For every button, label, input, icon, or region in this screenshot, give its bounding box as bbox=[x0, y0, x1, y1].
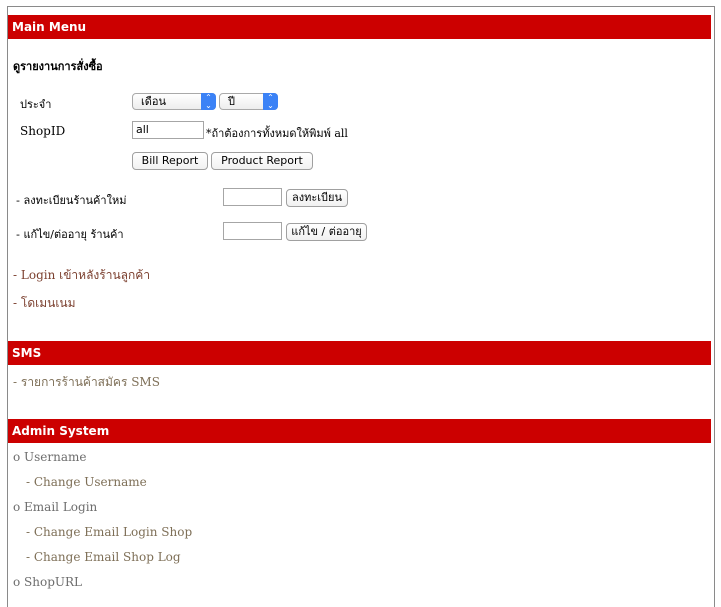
chevron-updown-icon: ⌃ ⌄ bbox=[201, 93, 216, 110]
sms-header: SMS bbox=[8, 341, 711, 365]
admin-system-header: Admin System bbox=[8, 419, 711, 443]
bill-report-button[interactable]: Bill Report bbox=[132, 152, 208, 170]
change-email-shop-log-link[interactable]: - Change Email Shop Log bbox=[26, 550, 181, 564]
register-shop-label: - ลงทะเบียนร้านค้าใหม่ bbox=[16, 194, 127, 207]
sms-shop-list-link[interactable]: - รายการร้านค้าสมัคร SMS bbox=[13, 373, 160, 392]
shopid-label: ShopID bbox=[20, 124, 66, 138]
change-email-login-shop-link[interactable]: - Change Email Login Shop bbox=[26, 525, 192, 539]
main-menu-header: Main Menu bbox=[8, 15, 711, 39]
edit-renew-button[interactable]: แก้ไข / ต่ออายุ bbox=[286, 223, 367, 241]
product-report-button[interactable]: Product Report bbox=[211, 152, 313, 170]
domain-name-link[interactable]: - โดเมนเนม bbox=[13, 294, 76, 313]
month-select[interactable]: เดือน ⌃ ⌄ bbox=[132, 93, 216, 110]
main-panel: Main Menu ดูรายงานการสั่งซื้อ ประจำ เดือ… bbox=[7, 6, 715, 607]
username-section: o Username bbox=[13, 450, 87, 464]
shopid-input[interactable]: all bbox=[132, 121, 204, 139]
register-shop-input[interactable] bbox=[223, 188, 282, 206]
register-button[interactable]: ลงทะเบียน bbox=[286, 189, 348, 207]
customer-login-link[interactable]: - Login เข้าหลังร้านลูกค้า bbox=[13, 266, 150, 285]
period-label: ประจำ bbox=[20, 98, 52, 111]
shopid-hint: *ถ้าต้องการทั้งหมดให้พิมพ์ all bbox=[206, 127, 348, 140]
year-select[interactable]: ปี ⌃ ⌄ bbox=[219, 93, 278, 110]
email-login-section: o Email Login bbox=[13, 500, 98, 514]
edit-shop-input[interactable] bbox=[223, 222, 282, 240]
edit-shop-label: - แก้ไข/ต่ออายุ ร้านค้า bbox=[16, 228, 124, 241]
change-username-link[interactable]: - Change Username bbox=[26, 475, 147, 489]
chevron-updown-icon: ⌃ ⌄ bbox=[263, 93, 278, 110]
order-report-title: ดูรายงานการสั่งซื้อ bbox=[13, 60, 103, 73]
shopurl-section: o ShopURL bbox=[13, 575, 83, 589]
